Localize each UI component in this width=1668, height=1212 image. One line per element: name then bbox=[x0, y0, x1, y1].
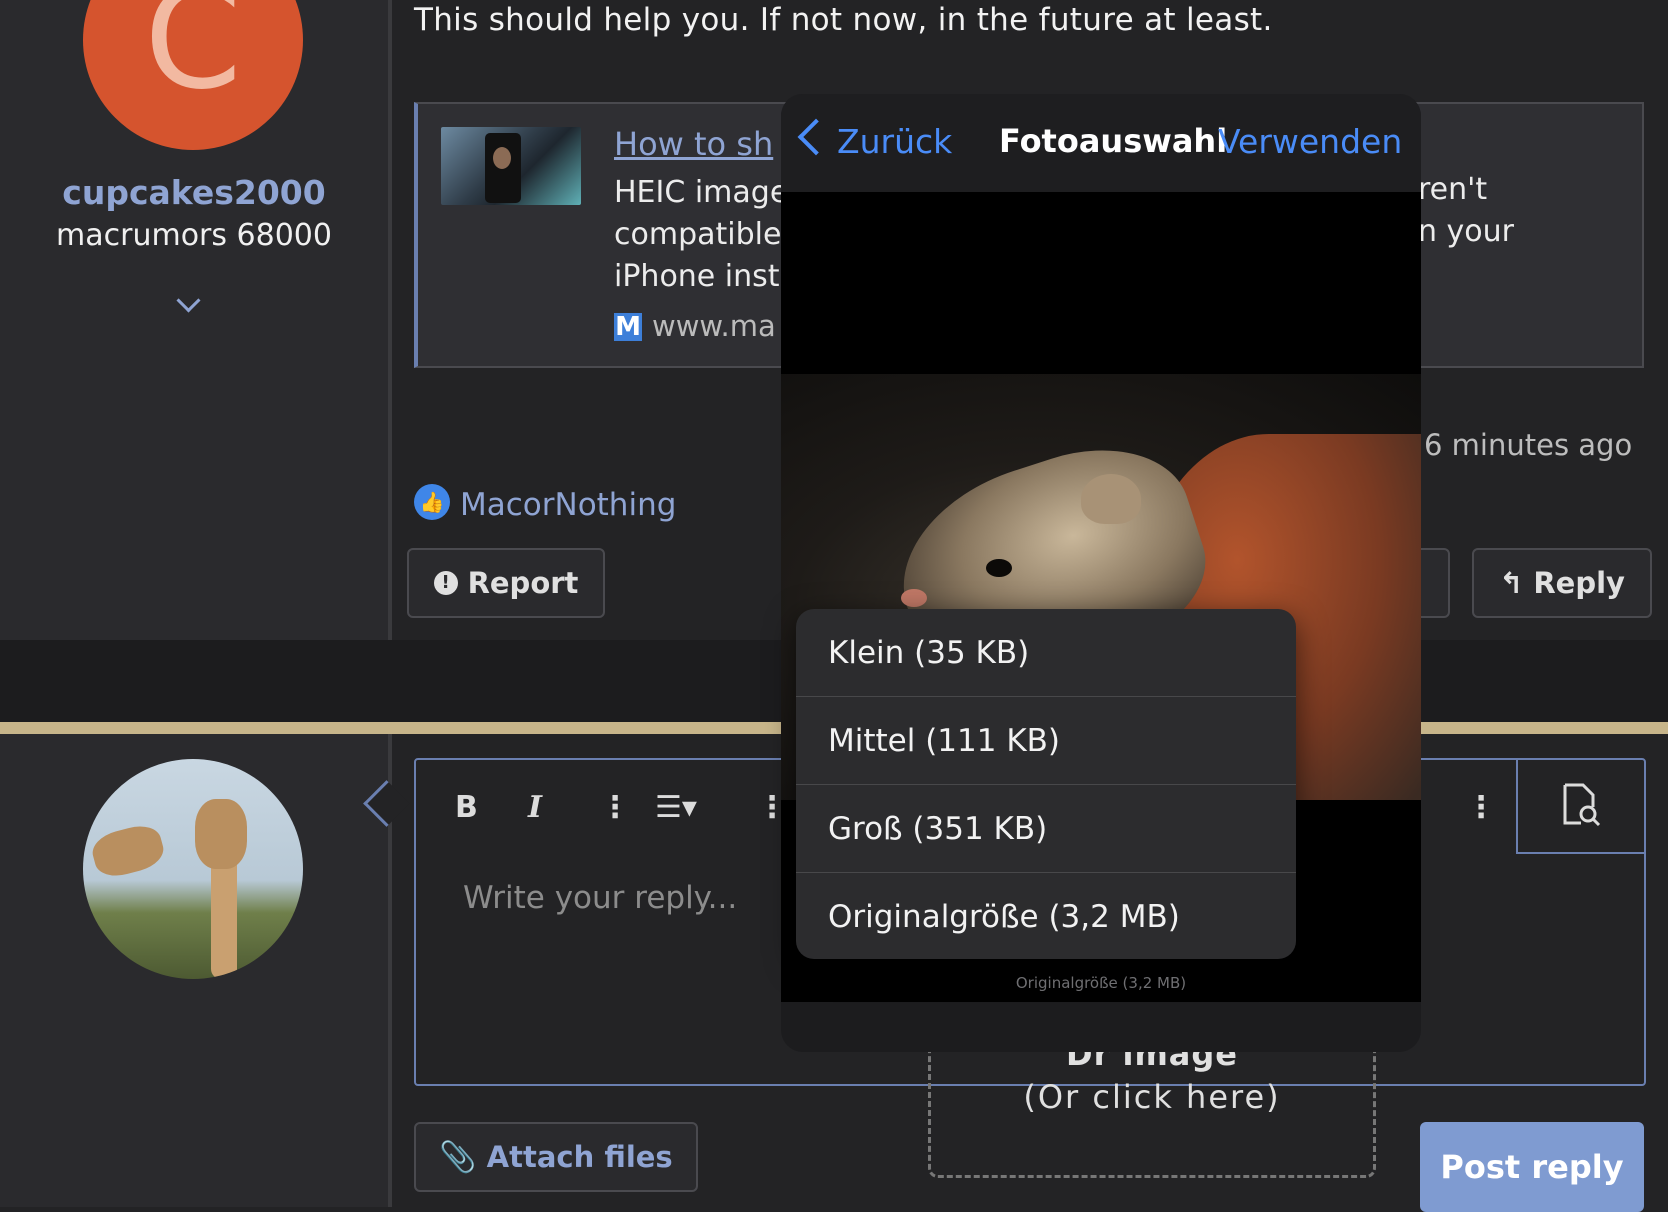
desc-line-right: ren't bbox=[1418, 172, 1488, 207]
size-option-large[interactable]: Groß (351 KB) bbox=[796, 785, 1296, 873]
size-option-medium[interactable]: Mittel (111 KB) bbox=[796, 697, 1296, 785]
author-title: macrumors 68000 bbox=[56, 218, 332, 253]
size-option-small[interactable]: Klein (35 KB) bbox=[796, 609, 1296, 697]
back-button[interactable]: Zurück bbox=[837, 122, 952, 161]
document-search-icon bbox=[1563, 783, 1601, 827]
bold-button[interactable]: B bbox=[455, 790, 478, 825]
desc-line: iPhone inst bbox=[614, 259, 780, 294]
exclamation-icon: ! bbox=[433, 571, 458, 595]
report-label: Report bbox=[467, 566, 579, 600]
post-reply-button[interactable]: Post reply bbox=[1420, 1122, 1644, 1212]
attach-files-button[interactable]: 📎 Attach files bbox=[414, 1122, 698, 1192]
reply-label: Reply bbox=[1533, 566, 1625, 600]
ferret-nose bbox=[901, 589, 927, 607]
giraffe-head bbox=[195, 799, 247, 869]
ferret-eye bbox=[986, 559, 1012, 577]
reply-button[interactable]: ↰ Reply bbox=[1472, 548, 1652, 618]
post-timestamp[interactable]: 6 minutes ago bbox=[1424, 428, 1632, 462]
ferret-ear bbox=[1081, 474, 1141, 524]
post-message: This should help you. If not now, in the… bbox=[414, 2, 1273, 38]
author-username[interactable]: cupcakes2000 bbox=[0, 173, 388, 212]
image-size-menu: Klein (35 KB) Mittel (111 KB) Groß (351 … bbox=[796, 609, 1296, 959]
link-preview-site: www.ma bbox=[652, 309, 776, 343]
list-dropdown-button[interactable]: ☰▾ bbox=[655, 790, 697, 825]
face-image bbox=[493, 147, 511, 169]
attach-label: Attach files bbox=[486, 1140, 673, 1174]
giraffe-head bbox=[88, 820, 168, 882]
more-options-icon[interactable]: ⋮ bbox=[1466, 790, 1496, 825]
link-preview-thumbnail[interactable] bbox=[441, 127, 581, 205]
preview-button[interactable] bbox=[1516, 758, 1644, 854]
paperclip-icon: 📎 bbox=[439, 1139, 477, 1175]
desc-line: HEIC image bbox=[614, 175, 789, 210]
site-favicon-icon: M bbox=[614, 312, 642, 342]
column-divider bbox=[388, 0, 392, 640]
reply-arrow-icon: ↰ bbox=[1499, 566, 1524, 600]
reply-input-placeholder[interactable]: Write your reply... bbox=[463, 880, 737, 916]
size-option-original[interactable]: Originalgröße (3,2 MB) bbox=[796, 873, 1296, 959]
drop-zone-sublabel: (Or click here) bbox=[1023, 1078, 1281, 1116]
desc-line-right: n your bbox=[1418, 214, 1515, 249]
picker-title: Fotoauswahl bbox=[999, 122, 1228, 160]
thumbs-up-icon: 👍 bbox=[414, 484, 450, 520]
link-preview-description: HEIC image compatible iPhone inst bbox=[614, 172, 788, 298]
report-button[interactable]: ! Report bbox=[407, 548, 605, 618]
current-user-avatar[interactable] bbox=[83, 759, 303, 979]
selected-size-caption: Originalgröße (3,2 MB) bbox=[1015, 974, 1187, 992]
link-preview-title[interactable]: How to sh bbox=[614, 125, 773, 163]
desc-line: compatible bbox=[614, 217, 782, 252]
more-options-icon[interactable]: ⋮ bbox=[600, 790, 630, 825]
use-button[interactable]: Verwenden bbox=[1218, 122, 1402, 161]
liked-by-user[interactable]: MacorNothing bbox=[460, 487, 676, 523]
italic-button[interactable]: I bbox=[528, 790, 542, 825]
